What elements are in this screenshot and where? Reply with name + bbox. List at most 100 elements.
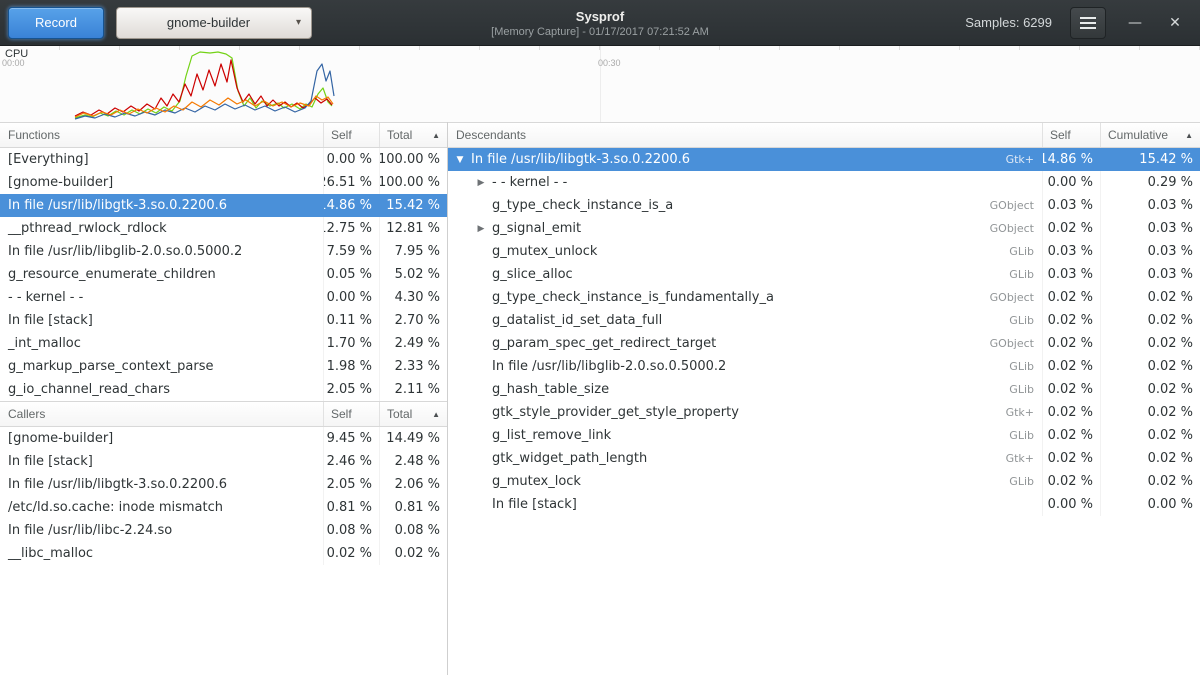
cumulative-percent: 0.02 % — [1100, 401, 1200, 424]
self-percent: 0.03 % — [1042, 194, 1100, 217]
table-row[interactable]: In file [stack]2.46 %2.48 % — [0, 450, 447, 473]
table-row[interactable]: In file /usr/lib/libgtk-3.so.0.2200.62.0… — [0, 473, 447, 496]
table-row[interactable]: g_type_check_instance_is_aGObject0.03 %0… — [448, 194, 1200, 217]
table-row[interactable]: In file /usr/lib/libc-2.24.so0.08 %0.08 … — [0, 519, 447, 542]
function-name: g_slice_alloc — [489, 263, 1009, 286]
table-row[interactable]: In file /usr/lib/libglib-2.0.so.0.5000.2… — [448, 355, 1200, 378]
self-percent: 0.02 % — [1042, 378, 1100, 401]
table-row[interactable]: g_resource_enumerate_children0.05 %5.02 … — [0, 263, 447, 286]
table-row[interactable]: In file /usr/lib/libgtk-3.so.0.2200.614.… — [0, 194, 447, 217]
table-row[interactable]: [gnome-builder]9.45 %14.49 % — [0, 427, 447, 450]
cumulative-percent: 0.00 % — [1100, 493, 1200, 516]
total-percent: 100.00 % — [379, 148, 447, 171]
functions-column-header[interactable]: Functions — [0, 123, 323, 147]
table-row[interactable]: g_slice_allocGLib0.03 %0.03 % — [448, 263, 1200, 286]
table-row[interactable]: g_mutex_unlockGLib0.03 %0.03 % — [448, 240, 1200, 263]
table-row[interactable]: In file /usr/lib/libglib-2.0.so.0.5000.2… — [0, 240, 447, 263]
collapse-arrow-icon[interactable]: ▼ — [452, 148, 468, 171]
total-column-header[interactable]: Total ▲ — [379, 123, 447, 147]
table-row[interactable]: In file [stack]0.11 %2.70 % — [0, 309, 447, 332]
library-badge: GObject — [990, 286, 1042, 309]
table-row[interactable]: _int_malloc1.70 %2.49 % — [0, 332, 447, 355]
self-percent: 0.02 % — [1042, 217, 1100, 240]
self-column-header[interactable]: Self — [323, 123, 379, 147]
process-selector-dropdown[interactable]: gnome-builder ▾ — [116, 7, 312, 39]
self-percent: 7.59 % — [323, 240, 379, 263]
self-percent: 0.81 % — [323, 496, 379, 519]
table-row[interactable]: ▶g_signal_emitGObject0.02 %0.03 % — [448, 217, 1200, 240]
table-row[interactable]: In file [stack]0.00 %0.00 % — [448, 493, 1200, 516]
function-name: [gnome-builder] — [0, 427, 323, 450]
expander-spacer — [473, 493, 489, 516]
expander-spacer — [473, 240, 489, 263]
total-percent: 4.30 % — [379, 286, 447, 309]
function-name: In file /usr/lib/libglib-2.0.so.0.5000.2 — [0, 240, 323, 263]
descendants-column-header[interactable]: Descendants — [448, 123, 1042, 147]
library-badge: GLib — [1009, 378, 1042, 401]
table-row[interactable]: ▼In file /usr/lib/libgtk-3.so.0.2200.6Gt… — [448, 148, 1200, 171]
cumulative-column-header[interactable]: Cumulative ▲ — [1100, 123, 1200, 147]
table-row[interactable]: g_param_spec_get_redirect_targetGObject0… — [448, 332, 1200, 355]
self-percent: 0.00 % — [1042, 171, 1100, 194]
total-percent: 0.81 % — [379, 496, 447, 519]
self-column-header[interactable]: Self — [1042, 123, 1100, 147]
self-percent: 0.00 % — [323, 148, 379, 171]
record-button-label: Record — [35, 15, 77, 30]
function-name: g_list_remove_link — [489, 424, 1009, 447]
function-name: g_mutex_lock — [489, 470, 1009, 493]
table-row[interactable]: [Everything]0.00 %100.00 % — [0, 148, 447, 171]
hamburger-menu-button[interactable] — [1070, 7, 1106, 39]
self-percent: 1.98 % — [323, 355, 379, 378]
table-row[interactable]: - - kernel - -0.00 %4.30 % — [0, 286, 447, 309]
table-row[interactable]: ▶- - kernel - -0.00 %0.29 % — [448, 171, 1200, 194]
cumulative-percent: 0.02 % — [1100, 378, 1200, 401]
library-badge: Gtk+ — [1006, 148, 1042, 171]
table-row[interactable]: gtk_style_provider_get_style_propertyGtk… — [448, 401, 1200, 424]
cpu-series-line-blue — [75, 64, 334, 119]
table-row[interactable]: g_type_check_instance_is_fundamentally_a… — [448, 286, 1200, 309]
self-percent: 0.08 % — [323, 519, 379, 542]
table-row[interactable]: __libc_malloc0.02 %0.02 % — [0, 542, 447, 565]
total-percent: 5.02 % — [379, 263, 447, 286]
cpu-graph-panel[interactable]: CPU 00:00 00:30 — [0, 46, 1200, 122]
expand-arrow-icon[interactable]: ▶ — [473, 217, 489, 240]
table-row[interactable]: [gnome-builder]26.51 %100.00 % — [0, 171, 447, 194]
callers-column-header[interactable]: Callers — [0, 402, 323, 426]
function-name: __libc_malloc — [0, 542, 323, 565]
function-name: In file /usr/lib/libc-2.24.so — [0, 519, 323, 542]
table-row[interactable]: g_list_remove_linkGLib0.02 %0.02 % — [448, 424, 1200, 447]
function-name: g_param_spec_get_redirect_target — [489, 332, 990, 355]
expander-spacer — [473, 470, 489, 493]
table-row[interactable]: g_markup_parse_context_parse1.98 %2.33 % — [0, 355, 447, 378]
table-row[interactable]: g_io_channel_read_chars2.05 %2.11 % — [0, 378, 447, 401]
minimize-button[interactable]: — — [1124, 7, 1146, 39]
function-name: In file /usr/lib/libglib-2.0.so.0.5000.2 — [489, 355, 1009, 378]
table-row[interactable]: g_datalist_id_set_data_fullGLib0.02 %0.0… — [448, 309, 1200, 332]
total-column-header[interactable]: Total ▲ — [379, 402, 447, 426]
table-row[interactable]: g_hash_table_sizeGLib0.02 %0.02 % — [448, 378, 1200, 401]
expand-arrow-icon[interactable]: ▶ — [473, 171, 489, 194]
table-row[interactable]: __pthread_rwlock_rdlock12.75 %12.81 % — [0, 217, 447, 240]
self-column-header[interactable]: Self — [323, 402, 379, 426]
header-bar: Record gnome-builder ▾ Sysprof [Memory C… — [0, 0, 1200, 46]
self-percent: 0.03 % — [1042, 240, 1100, 263]
cumulative-percent: 0.02 % — [1100, 447, 1200, 470]
total-percent: 2.33 % — [379, 355, 447, 378]
close-button[interactable]: ✕ — [1164, 7, 1186, 39]
expander-spacer — [473, 378, 489, 401]
function-name: g_hash_table_size — [489, 378, 1009, 401]
function-name: g_resource_enumerate_children — [0, 263, 323, 286]
self-percent: 0.03 % — [1042, 263, 1100, 286]
table-row[interactable]: g_mutex_lockGLib0.02 %0.02 % — [448, 470, 1200, 493]
self-percent: 0.02 % — [1042, 332, 1100, 355]
total-percent: 2.11 % — [379, 378, 447, 401]
sort-arrow-icon: ▲ — [1185, 131, 1193, 140]
table-row[interactable]: /etc/ld.so.cache: inode mismatch0.81 %0.… — [0, 496, 447, 519]
callers-table: [gnome-builder]9.45 %14.49 %In file [sta… — [0, 427, 447, 565]
self-percent: 0.02 % — [1042, 424, 1100, 447]
table-row[interactable]: gtk_widget_path_lengthGtk+0.02 %0.02 % — [448, 447, 1200, 470]
record-button[interactable]: Record — [8, 7, 104, 39]
library-badge: GLib — [1009, 470, 1042, 493]
library-badge: GLib — [1009, 309, 1042, 332]
function-name: In file [stack] — [0, 309, 323, 332]
